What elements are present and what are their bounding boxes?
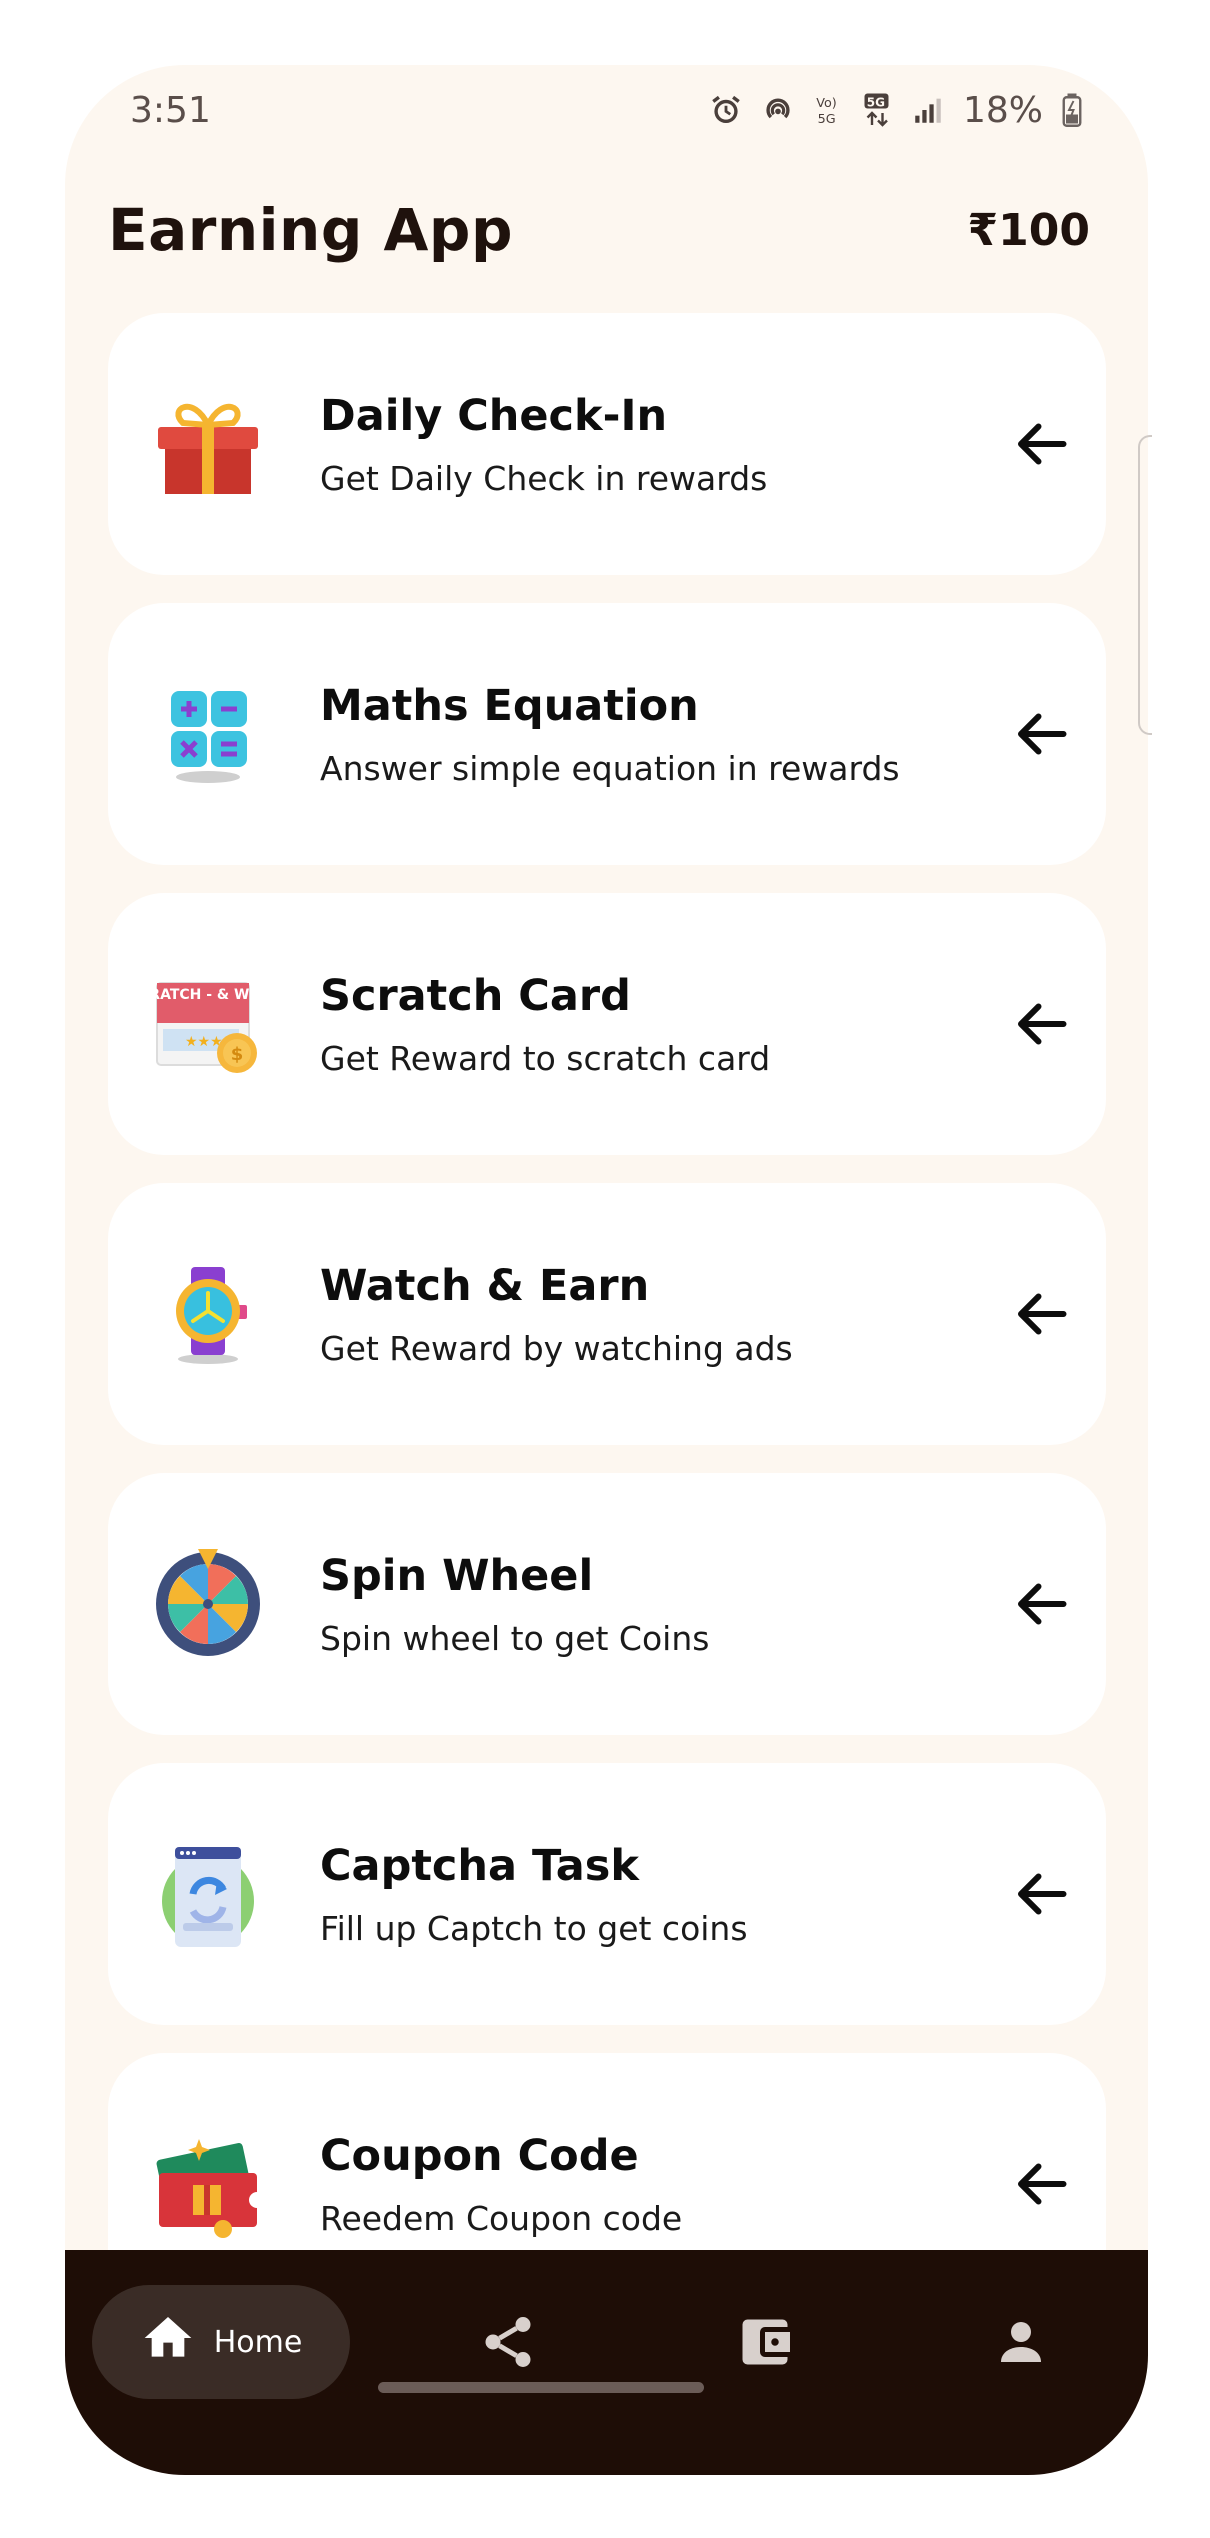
task-card-captcha-task[interactable]: Captcha Task Fill up Captch to get coins [108,1763,1106,2025]
task-card-scratch-card[interactable]: SCRATCH - & WIN - ★★★ $ Scratch Card Get… [108,893,1106,1155]
alarm-icon [709,93,743,127]
task-subtitle: Reedem Coupon code [320,2199,683,2238]
volte-icon: Vo) 5G [813,93,845,127]
task-subtitle: Get Reward by watching ads [320,1329,793,1368]
gift-icon [153,389,263,499]
battery-charging-icon [1061,92,1083,128]
edge-panel-handle[interactable] [1138,435,1152,735]
task-title: Captcha Task [320,1841,639,1891]
app-bar: Earning App ₹100 [65,175,1148,285]
signal-icon [911,93,945,127]
hotspot-icon [761,93,795,127]
task-subtitle: Get Reward to scratch card [320,1039,771,1078]
task-card-maths-equation[interactable]: Maths Equation Answer simple equation in… [108,603,1106,865]
nav-share-button[interactable] [478,2312,538,2372]
status-time: 3:51 [130,89,211,131]
5g-data-icon: 5G [863,92,893,128]
status-icons: Vo) 5G 5G 18% [709,90,1083,131]
task-title: Daily Check-In [320,391,668,441]
person-icon [991,2322,1051,2376]
nav-profile-button[interactable] [991,2312,1051,2372]
task-subtitle: Fill up Captch to get coins [320,1909,748,1948]
calculator-icon [153,679,263,789]
watch-icon [153,1259,263,1369]
svg-text:Vo): Vo) [816,96,837,111]
captcha-icon [153,1839,263,1949]
spin-wheel-icon [153,1549,263,1659]
task-card-daily-check-in[interactable]: Daily Check-In Get Daily Check in reward… [108,313,1106,575]
gesture-home-indicator[interactable] [378,2382,704,2393]
scratch-card-icon: SCRATCH - & WIN - ★★★ $ [129,969,277,1079]
arrow-left-icon[interactable] [1011,414,1071,474]
svg-text:5G: 5G [867,95,885,109]
bottom-navigation: Home [65,2250,1148,2475]
nav-home-label: Home [213,2324,303,2360]
task-title: Coupon Code [320,2131,639,2181]
app-title: Earning App [108,196,513,264]
arrow-left-icon[interactable] [1011,704,1071,764]
arrow-left-icon[interactable] [1011,1864,1071,1924]
arrow-left-icon[interactable] [1011,1574,1071,1634]
wallet-balance: ₹100 [967,204,1090,256]
wallet-icon [735,2319,795,2376]
svg-text:$: $ [231,1044,244,1065]
task-card-spin-wheel[interactable]: Spin Wheel Spin wheel to get Coins [108,1473,1106,1735]
task-title: Maths Equation [320,681,699,731]
battery-percent: 18% [962,89,1043,131]
home-icon [140,2310,196,2374]
task-subtitle: Get Daily Check in rewards [320,459,768,498]
task-title: Scratch Card [320,971,631,1021]
task-card-watch-earn[interactable]: Watch & Earn Get Reward by watching ads [108,1183,1106,1445]
share-icon [478,2317,538,2376]
nav-home-button[interactable]: Home [92,2285,350,2399]
scratch-icon-label: SCRATCH - & WIN - [153,987,263,1003]
status-bar: 3:51 Vo) 5G 5G 18% [65,65,1148,155]
svg-text:5G: 5G [818,112,836,127]
arrow-left-icon[interactable] [1011,1284,1071,1344]
phone-screen: 3:51 Vo) 5G 5G 18% Earning App ₹100 Dail… [65,65,1148,2475]
svg-text:★★★: ★★★ [185,1034,223,1050]
coupon-icon [153,2129,265,2239]
arrow-left-icon[interactable] [1011,994,1071,1054]
task-subtitle: Answer simple equation in rewards [320,749,900,788]
nav-wallet-button[interactable] [735,2312,795,2372]
task-title: Spin Wheel [320,1551,594,1601]
task-title: Watch & Earn [320,1261,650,1311]
task-subtitle: Spin wheel to get Coins [320,1619,710,1658]
arrow-left-icon[interactable] [1011,2154,1071,2214]
